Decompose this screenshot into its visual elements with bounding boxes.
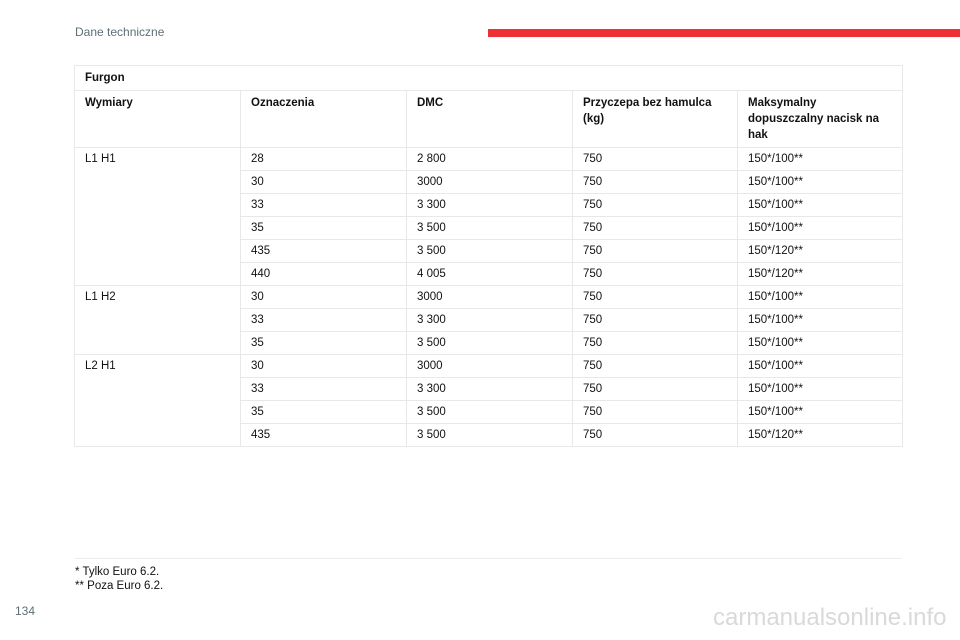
table-row: L1 H1 28 2 800 750 150*/100** [74, 147, 904, 286]
column-header: Przyczepa bez hamulca (kg) [572, 90, 738, 148]
table-cell: 750 [572, 147, 738, 171]
table-cell: 35 [240, 331, 407, 355]
table-cell: 30 [240, 170, 407, 194]
table-cell: 150*/120** [736, 262, 904, 286]
table-cell: 33 [240, 377, 407, 401]
table-cell: 750 [572, 170, 738, 194]
table-title: Furgon [73, 65, 904, 91]
column-header: Oznaczenia [240, 90, 407, 148]
table-cell: 750 [572, 216, 738, 240]
dimension-cell: L1 H1 [74, 147, 241, 286]
column-header: Maksymalny dopuszczalny nacisk na hak [736, 90, 904, 148]
table-cell: 750 [572, 423, 738, 447]
table-title-row: Furgon [73, 65, 904, 91]
table-cell: 750 [572, 285, 738, 309]
column-header: Wymiary [74, 90, 241, 148]
table-cell: 150*/100** [736, 216, 904, 240]
table-cell: 28 [240, 147, 407, 171]
page-section-title: Dane techniczne [75, 25, 165, 39]
table-cell: 150*/100** [736, 308, 904, 332]
table-cell: 150*/100** [736, 285, 904, 309]
table-cell: 150*/100** [736, 147, 904, 171]
table-cell: 750 [572, 377, 738, 401]
watermark: carmanualsonline.info [713, 604, 947, 631]
table-cell: 3 500 [406, 331, 573, 355]
table-cell: 150*/100** [736, 170, 904, 194]
table-cell: 750 [572, 354, 738, 378]
table-cell: 440 [240, 262, 407, 286]
table-cell: 3 300 [406, 193, 573, 217]
table-cell: 150*/100** [736, 331, 904, 355]
table-cell: 2 800 [406, 147, 573, 171]
table-cell: 435 [240, 239, 407, 263]
table-cell: 150*/100** [736, 377, 904, 401]
table-row: L2 H1 30 3000 750 150*/100** [74, 354, 904, 447]
table-cell: 3000 [406, 170, 573, 194]
table-header-row: Wymiary Oznaczenia DMC Przyczepa bez ham… [74, 90, 904, 148]
table-row: L1 H2 30 3000 750 150*/100** [74, 285, 904, 355]
footnotes: * Tylko Euro 6.2. ** Poza Euro 6.2. [75, 565, 163, 593]
page-number: 134 [15, 604, 36, 618]
table-cell: 150*/100** [736, 400, 904, 424]
table-cell: 3 300 [406, 377, 573, 401]
table-cell: 750 [572, 400, 738, 424]
footnote: ** Poza Euro 6.2. [75, 580, 164, 592]
table-cell: 750 [572, 239, 738, 263]
table-cell: 750 [572, 308, 738, 332]
table-cell: 30 [240, 285, 407, 309]
table-cell: 3000 [406, 285, 573, 309]
footnote: * Tylko Euro 6.2. [75, 566, 160, 578]
table-cell: 150*/120** [736, 423, 904, 447]
table-cell: 150*/120** [736, 239, 904, 263]
column-header: DMC [406, 90, 573, 148]
table-cell: 33 [240, 193, 407, 217]
table-cell: 3 500 [406, 423, 573, 447]
table-cell: 3 500 [406, 216, 573, 240]
table-cell: 33 [240, 308, 407, 332]
header-accent-bar [488, 29, 960, 37]
table-cell: 435 [240, 423, 407, 447]
table-cell: 30 [240, 354, 407, 378]
table-cell: 750 [572, 193, 738, 217]
table-cell: 3 300 [406, 308, 573, 332]
table-cell: 750 [572, 331, 738, 355]
table-cell: 750 [572, 262, 738, 286]
table-body: L1 H1 28 2 800 750 150*/100** 30 3000 750 150*/1… [74, 147, 904, 447]
table-cell: 3 500 [406, 400, 573, 424]
table-cell: 3 500 [406, 239, 573, 263]
footnote-divider [75, 558, 902, 559]
table-cell: 150*/100** [736, 354, 904, 378]
table-cell: 150*/100** [736, 193, 904, 217]
table-cell: 35 [240, 216, 407, 240]
tech-spec-table: Furgon Wymiary Oznaczenia DMC Przyczepa … [73, 65, 904, 447]
table-cell: 4 005 [406, 262, 573, 286]
table-cell: 35 [240, 400, 407, 424]
dimension-cell: L1 H2 [74, 285, 241, 355]
dimension-cell: L2 H1 [74, 354, 241, 447]
table-cell: 3000 [406, 354, 573, 378]
